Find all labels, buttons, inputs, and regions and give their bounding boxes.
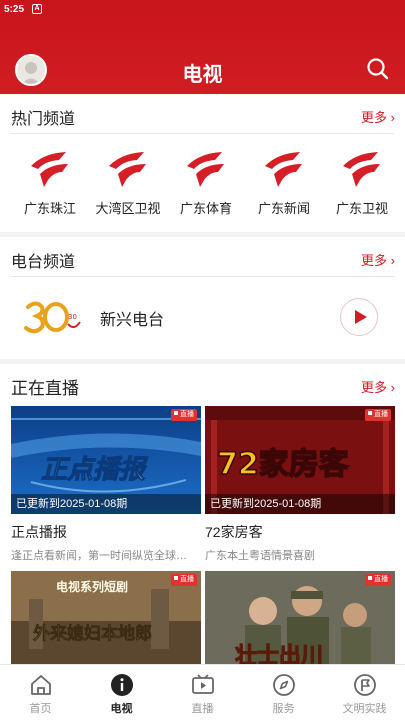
thumbnail-art-text: 72家房客 (217, 447, 349, 482)
live-thumbnail: 壮士出川 直播 (205, 571, 395, 667)
nav-label: 直播 (191, 703, 214, 715)
live-badge: 直播 (365, 409, 391, 421)
play-button[interactable] (340, 298, 378, 336)
update-caption: 已更新到2025-01-08期 (205, 494, 395, 514)
hot-channels-section: 热门频道 更多 › 广东珠江 大湾区卫视 广东体育 广东新闻 广东卫视 (0, 94, 405, 232)
live-header: 正在直播 更多 › (0, 364, 405, 404)
channel-item[interactable]: 广东体育 (167, 142, 245, 217)
live-badge: 直播 (171, 574, 197, 586)
nav-label: 首页 (29, 703, 52, 715)
channel-item[interactable]: 大湾区卫视 (89, 142, 167, 217)
gdtv-logo-icon (187, 152, 224, 187)
live-description: 广东本土粤语情景喜剧 (205, 550, 315, 562)
search-icon[interactable] (365, 56, 391, 82)
live-description: 逢正点看新闻，第一时间纵览全球… (11, 550, 187, 562)
more-label: 更多 (361, 380, 388, 395)
channel-label: 广东珠江 (23, 201, 76, 216)
flag-icon (353, 674, 376, 696)
more-link[interactable]: 更多 › (361, 250, 395, 269)
section-title: 热门频道 (11, 111, 76, 128)
live-card[interactable]: 壮士出川 直播 (205, 571, 395, 667)
home-icon (30, 675, 51, 695)
more-label: 更多 (361, 253, 388, 268)
gdtv-logo-icon (31, 152, 68, 187)
radio-header: 电台频道 更多 › (0, 237, 405, 277)
compass-icon (272, 674, 295, 696)
nav-label: 服务 (272, 703, 295, 715)
live-card[interactable]: 72家房客 直播 已更新到2025-01-08期 72家房客 广东本土粤语情景喜… (205, 406, 395, 563)
hot-channels-header: 热门频道 更多 › (0, 94, 405, 134)
nav-civilization-practice[interactable]: 文明实践 (324, 665, 405, 720)
radio-station-name: 新兴电台 (100, 312, 165, 329)
nav-label: 电视 (110, 703, 133, 715)
nav-live[interactable]: 直播 (162, 665, 243, 720)
radio-section: 电台频道 更多 › 30 新兴电台 (0, 237, 405, 359)
live-badge: 直播 (365, 574, 391, 586)
tv-page: 5:25 A 电视 热门频道 更多 › 广东珠江 大湾区卫视 广东体育 广东新闻… (0, 0, 405, 720)
live-card[interactable]: 电视系列短剧 外来媳妇本地郎 直播 (11, 571, 201, 667)
live-badge: 直播 (171, 409, 197, 421)
gdtv-logo-icon (343, 152, 380, 187)
live-card[interactable]: 正点播报 直播 已更新到2025-01-08期 正点播报 逢正点看新闻，第一时间… (11, 406, 201, 563)
live-title: 正点播报 (11, 524, 67, 540)
channel-item[interactable]: 广东珠江 (11, 142, 89, 217)
thumbnail-art-subtitle: 电视系列短剧 (56, 579, 128, 594)
status-bar: 5:25 A (0, 0, 405, 18)
update-caption: 已更新到2025-01-08期 (11, 494, 201, 514)
thumbnail-art-text: 外来媳妇本地郎 (33, 623, 152, 644)
top-header: 5:25 A 电视 (0, 0, 405, 94)
channel-label: 广东卫视 (335, 201, 388, 216)
channel-item[interactable]: 广东卫视 (323, 142, 401, 217)
page-title: 电视 (182, 64, 223, 86)
gdtv-logo-icon (265, 152, 302, 187)
radio-logo: 30 (22, 297, 82, 337)
thumbnail-art-text: 正点播报 (41, 455, 149, 485)
notification-icon: A (32, 4, 43, 14)
live-title: 72家房客 (205, 524, 263, 540)
header-bar: 电视 (0, 18, 405, 94)
live-thumbnail: 72家房客 直播 已更新到2025-01-08期 (205, 406, 395, 514)
more-label: 更多 (361, 110, 388, 125)
more-link[interactable]: 更多 › (361, 107, 395, 126)
channel-label: 广东体育 (179, 201, 232, 216)
gdtv-logo-icon (109, 152, 146, 187)
divider (11, 133, 394, 134)
more-link[interactable]: 更多 › (361, 377, 395, 396)
section-title: 电台频道 (11, 254, 76, 271)
channel-label: 广东新闻 (257, 201, 310, 216)
live-thumbnail: 正点播报 直播 已更新到2025-01-08期 (11, 406, 201, 514)
radio-station-row[interactable]: 30 新兴电台 (0, 277, 405, 359)
nav-services[interactable]: 服务 (243, 665, 324, 720)
nav-tv[interactable]: 电视 (81, 665, 162, 720)
logo-text: 30 (68, 313, 77, 321)
channel-label: 大湾区卫视 (95, 201, 161, 216)
radio-anniversary-logo-icon: 30 (24, 301, 81, 334)
bottom-navigation: 首页 电视 直播 服务 文明实践 (0, 664, 405, 720)
live-video-icon (191, 674, 214, 694)
status-time: 5:25 (4, 3, 25, 15)
channel-list: 广东珠江 大湾区卫视 广东体育 广东新闻 广东卫视 (0, 142, 405, 222)
channel-item[interactable]: 广东新闻 (245, 142, 323, 217)
nav-label: 文明实践 (342, 703, 387, 715)
tv-info-icon (110, 674, 133, 696)
live-thumbnail: 电视系列短剧 外来媳妇本地郎 直播 (11, 571, 201, 667)
live-section: 正在直播 更多 › 正点播报 直播 已更新到2025-01-08期 正点播报 逢… (0, 364, 405, 667)
section-title: 正在直播 (11, 379, 79, 398)
nav-home[interactable]: 首页 (0, 665, 81, 720)
